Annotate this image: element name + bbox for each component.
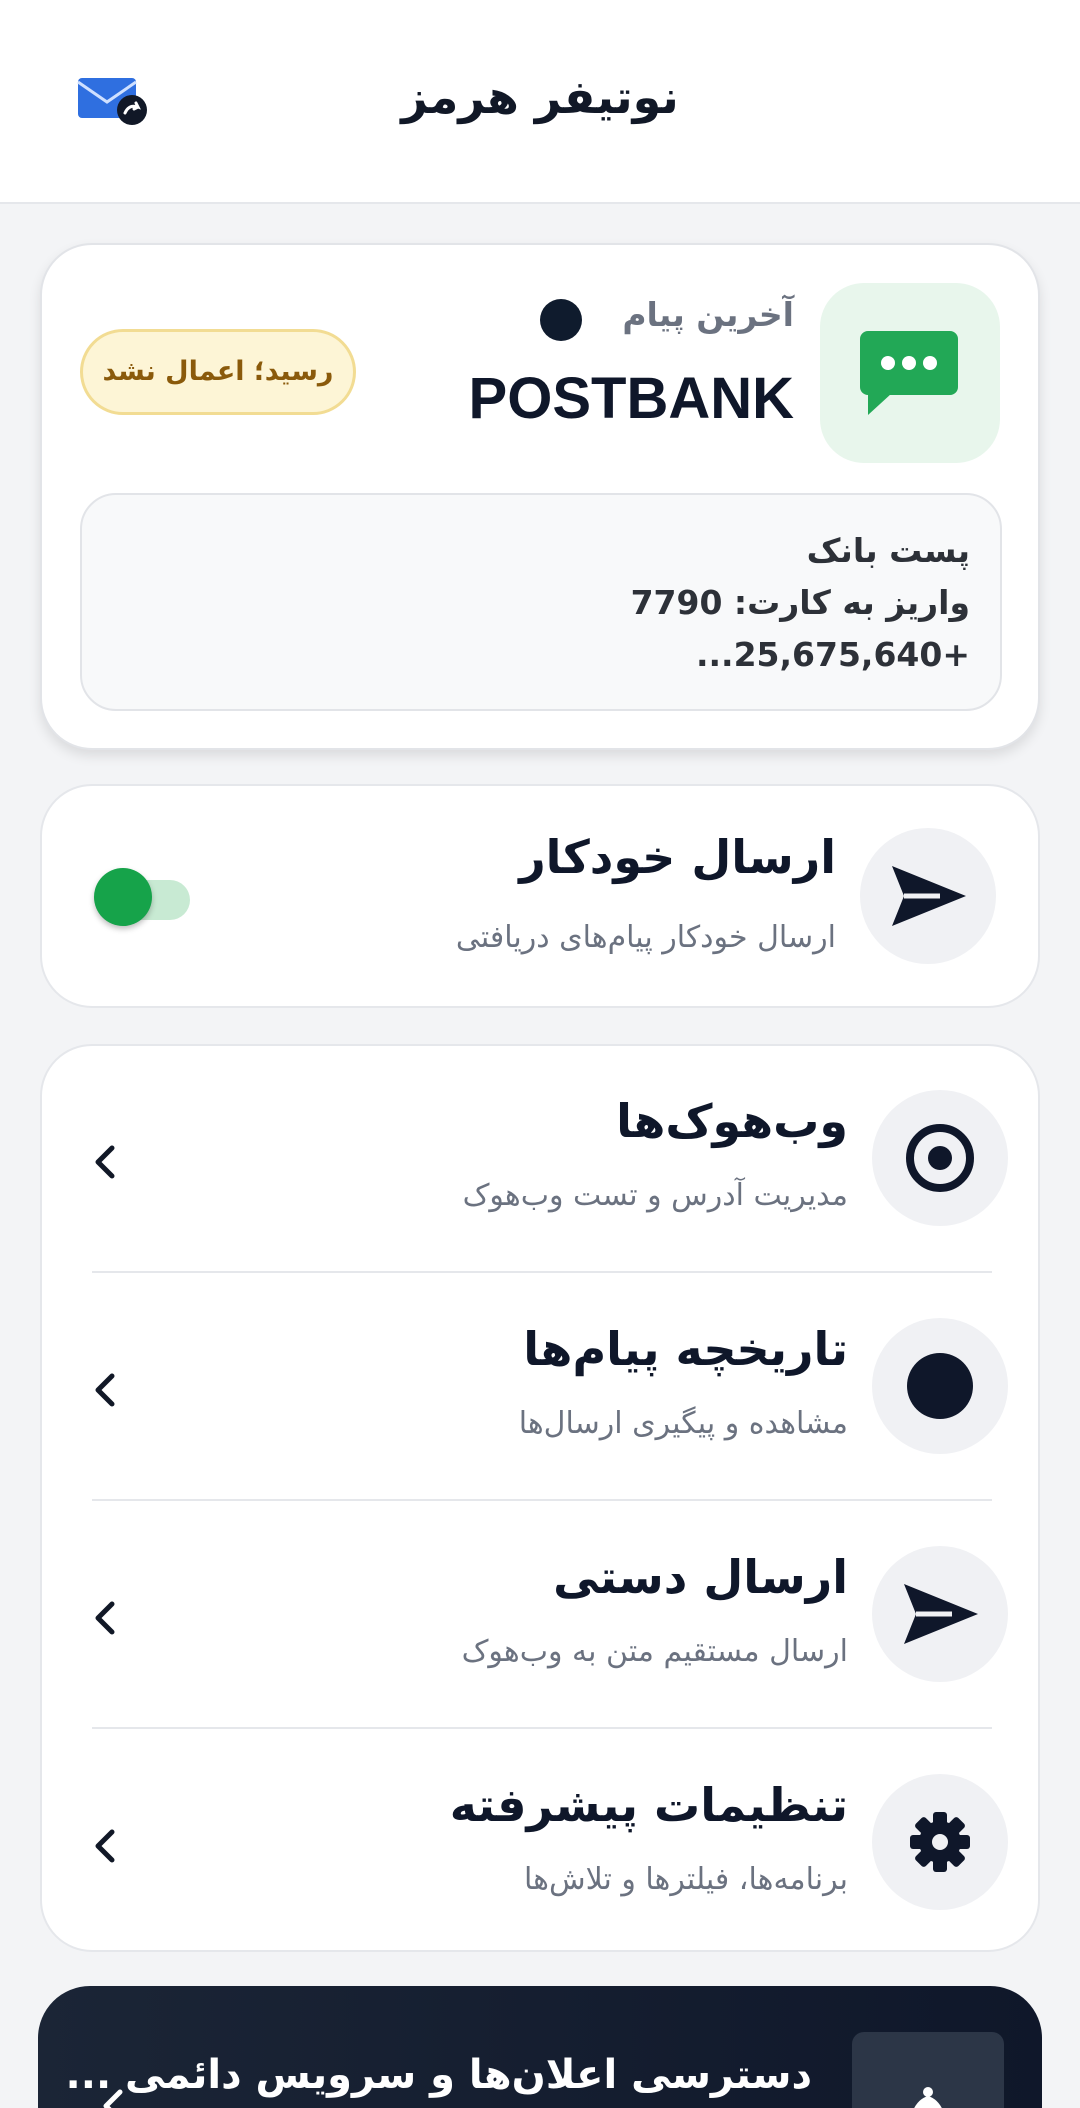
advanced-settings-icon-container [872, 1774, 1008, 1910]
divider [92, 1271, 992, 1273]
menu-item-title: وب‌هوک‌ها [616, 1094, 848, 1148]
history-dot-icon [907, 1353, 973, 1419]
history-icon-container [872, 1318, 1008, 1454]
menu-item-webhooks[interactable]: وب‌هوک‌ها مدیریت آدرس و تست وب‌هوک [42, 1046, 1038, 1274]
auto-send-toggle[interactable] [94, 868, 190, 926]
mail-sync-icon[interactable] [76, 76, 150, 128]
send-icon [892, 866, 966, 926]
chevron-left-icon [103, 2089, 123, 2108]
chat-bubble-icon [860, 331, 958, 415]
send-icon [904, 1584, 978, 1644]
auto-send-subtitle: ارسال خودکار پیام‌های دریافتی [455, 920, 836, 955]
sender-name: POSTBANK [468, 366, 794, 431]
menu-item-subtitle: ارسال مستقیم متن به وب‌هوک [461, 1634, 848, 1669]
chevron-left-icon [95, 1601, 115, 1635]
chevron-left-icon [95, 1145, 115, 1179]
toggle-knob [94, 868, 152, 926]
auto-send-card: ارسال خودکار ارسال خودکار پیام‌های دریاف… [40, 784, 1040, 1008]
message-line: +25,675,640... [695, 635, 970, 674]
banner-text: دسترسی اعلان‌ها و سرویس دائمی ... [65, 2052, 812, 2098]
menu-item-subtitle: مدیریت آدرس و تست وب‌هوک [462, 1178, 848, 1213]
message-preview: پست بانک واریز به کارت: 7790 +25,675,640… [80, 493, 1002, 711]
menu-item-title: ارسال دستی [553, 1550, 848, 1604]
status-dot [540, 299, 582, 341]
menu-item-subtitle: مشاهده و پیگیری ارسال‌ها [518, 1406, 848, 1441]
permissions-banner[interactable]: دسترسی اعلان‌ها و سرویس دائمی ... [38, 1986, 1042, 2108]
settings-menu-card: وب‌هوک‌ها مدیریت آدرس و تست وب‌هوک تاریخ… [40, 1044, 1040, 1952]
message-line: پست بانک [806, 531, 970, 570]
divider [92, 1727, 992, 1729]
divider [92, 1499, 992, 1501]
menu-item-subtitle: برنامه‌ها، فیلترها و تلاش‌ها [523, 1862, 848, 1897]
manual-send-icon-container [872, 1546, 1008, 1682]
message-line: واریز به کارت: 7790 [630, 583, 970, 622]
menu-item-history[interactable]: تاریخچه پیام‌ها مشاهده و پیگیری ارسال‌ها [42, 1274, 1038, 1502]
receipt-status-badge: رسید؛ اعمال نشد [80, 329, 356, 415]
last-message-label: آخرین پیام [622, 295, 794, 334]
chevron-left-icon [95, 1829, 115, 1863]
target-icon [906, 1124, 974, 1192]
menu-item-title: تاریخچه پیام‌ها [523, 1322, 848, 1376]
last-message-card[interactable]: آخرین پیام POSTBANK رسید؛ اعمال نشد پست … [40, 243, 1040, 750]
chevron-left-icon [95, 1373, 115, 1407]
menu-item-title: تنظیمات پیشرفته [449, 1778, 848, 1832]
auto-send-icon-container [860, 828, 996, 964]
menu-item-advanced-settings[interactable]: تنظیمات پیشرفته برنامه‌ها، فیلترها و تلا… [42, 1730, 1038, 1958]
app-header: نوتیفر هرمز [0, 0, 1080, 204]
app-title: نوتیفر هرمز [401, 70, 679, 124]
banner-icon-container [852, 2032, 1004, 2108]
gear-icon [910, 1812, 970, 1872]
webhooks-icon-container [872, 1090, 1008, 1226]
menu-item-manual-send[interactable]: ارسال دستی ارسال مستقیم متن به وب‌هوک [42, 1502, 1038, 1730]
bell-icon [914, 2087, 942, 2108]
auto-send-title: ارسال خودکار [519, 830, 836, 884]
app-icon-container [820, 283, 1000, 463]
